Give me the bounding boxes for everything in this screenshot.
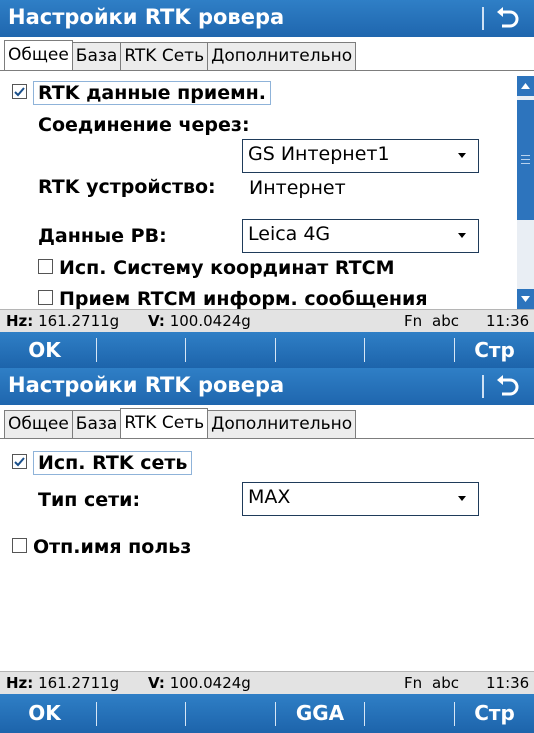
title-bar: Настройки RTK ровера — [0, 368, 534, 405]
softkey-f3[interactable] — [186, 332, 274, 368]
return-arrow-icon[interactable] — [494, 4, 520, 32]
dropdown-arrow-icon — [458, 153, 466, 158]
rtk-device-value: Интернет — [249, 177, 346, 199]
fn-indicator: Fn — [404, 312, 423, 330]
rtk-data-checkbox[interactable]: RTK данные приемн. — [12, 81, 271, 105]
fn-indicator: Fn — [404, 674, 423, 692]
softkey-f2[interactable] — [97, 332, 185, 368]
send-user-name-checkbox[interactable]: Отп.имя польз — [12, 536, 191, 558]
v-value: 100.0424g — [169, 312, 251, 330]
tab-underline — [0, 70, 534, 71]
status-bar: Hz: 161.2711g V: 100.0424g Fn abc 11:36 — [0, 309, 534, 332]
use-rtk-network-checkbox[interactable]: Исп. RTK сеть — [12, 451, 193, 475]
hz-value: 161.2711g — [38, 312, 120, 330]
hz-label: Hz: — [6, 312, 34, 330]
connection-dropdown[interactable]: GS Интернет1 — [242, 139, 479, 173]
vertical-scrollbar[interactable] — [517, 76, 534, 309]
rtk-settings-screen-general: Настройки RTK ровера Общее База RTK Сеть… — [0, 0, 534, 368]
scroll-down-icon[interactable] — [517, 289, 534, 309]
rtcm-info-checkbox[interactable]: Прием RTCM информ. сообщения — [38, 288, 428, 310]
v-label: V: — [148, 674, 165, 692]
title-bar: Настройки RTK ровера — [0, 0, 534, 37]
title-separator — [482, 375, 484, 398]
hz-label: Hz: — [6, 674, 34, 692]
rb-data-value: Leica 4G — [248, 223, 331, 245]
scroll-up-icon[interactable] — [517, 76, 534, 96]
clock: 11:36 — [486, 312, 530, 330]
send-user-name-label: Отп.имя польз — [33, 536, 192, 558]
scroll-thumb[interactable] — [517, 100, 534, 220]
clock: 11:36 — [486, 674, 530, 692]
input-mode-indicator: abc — [432, 674, 459, 692]
v-value: 100.0424g — [169, 674, 251, 692]
tab-strip: Общее База RTK Сеть Дополнительно — [4, 40, 357, 70]
checkbox-box — [38, 259, 53, 274]
softkey-f5[interactable] — [365, 332, 453, 368]
use-rtk-network-label: Исп. RTK сеть — [33, 451, 193, 475]
tab-base[interactable]: База — [71, 410, 122, 438]
ok-button[interactable]: OK — [0, 694, 89, 733]
rb-data-dropdown[interactable]: Leica 4G — [242, 219, 479, 253]
softkey-f3[interactable] — [186, 694, 274, 733]
dropdown-arrow-icon — [458, 496, 466, 501]
tab-strip: Общее База RTK Сеть Дополнительно — [4, 408, 357, 438]
network-type-dropdown[interactable]: MAX — [242, 482, 479, 516]
rtcm-coord-checkbox-label: Исп. Систему координат RTCM — [59, 257, 395, 279]
input-mode-indicator: abc — [432, 312, 459, 330]
hz-value: 161.2711g — [38, 674, 120, 692]
rb-data-label: Данные РВ: — [38, 225, 167, 247]
tab-rtk-network[interactable]: RTK Сеть — [120, 42, 209, 70]
status-bar: Hz: 161.2711g V: 100.0424g Fn abc 11:36 — [0, 671, 534, 694]
network-type-label: Тип сети: — [38, 489, 141, 511]
rtcm-info-checkbox-label: Прием RTCM информ. сообщения — [59, 288, 428, 310]
tab-base[interactable]: База — [71, 42, 122, 70]
tab-additional[interactable]: Дополнительно — [207, 410, 357, 438]
rtcm-coord-checkbox[interactable]: Исп. Систему координат RTCM — [38, 257, 395, 279]
gga-button[interactable]: GGA — [276, 694, 364, 733]
rtk-settings-screen-network: Настройки RTK ровера Общее База RTK Сеть… — [0, 368, 534, 733]
tab-general[interactable]: Общее — [4, 410, 73, 438]
ok-button[interactable]: OK — [0, 332, 89, 368]
softkey-f4[interactable] — [276, 332, 364, 368]
rtk-device-label: RTK устройство: — [38, 176, 216, 198]
window-title: Настройки RTK ровера — [8, 373, 285, 397]
title-separator — [482, 7, 484, 30]
checkmark-icon — [12, 84, 27, 99]
v-label: V: — [148, 312, 165, 330]
tab-underline — [0, 438, 534, 439]
softkey-bar: OK GGA Стр — [0, 694, 534, 733]
softkey-f2[interactable] — [97, 694, 185, 733]
network-type-value: MAX — [248, 486, 291, 508]
rtk-data-checkbox-label: RTK данные приемн. — [33, 81, 271, 105]
checkbox-box — [38, 290, 53, 305]
tab-additional[interactable]: Дополнительно — [207, 42, 357, 70]
connection-value: GS Интернет1 — [248, 143, 390, 165]
page-button[interactable]: Стр — [455, 332, 534, 368]
return-arrow-icon[interactable] — [494, 372, 520, 400]
softkey-f5[interactable] — [365, 694, 453, 733]
window-title: Настройки RTK ровера — [8, 5, 285, 29]
page-button[interactable]: Стр — [455, 694, 534, 733]
tab-rtk-network[interactable]: RTK Сеть — [120, 408, 209, 438]
softkey-bar: OK Стр — [0, 332, 534, 368]
checkbox-box — [12, 538, 27, 553]
connection-label: Соединение через: — [38, 114, 250, 136]
dropdown-arrow-icon — [458, 233, 466, 238]
checkmark-icon — [12, 454, 27, 469]
tab-general[interactable]: Общее — [4, 40, 73, 70]
